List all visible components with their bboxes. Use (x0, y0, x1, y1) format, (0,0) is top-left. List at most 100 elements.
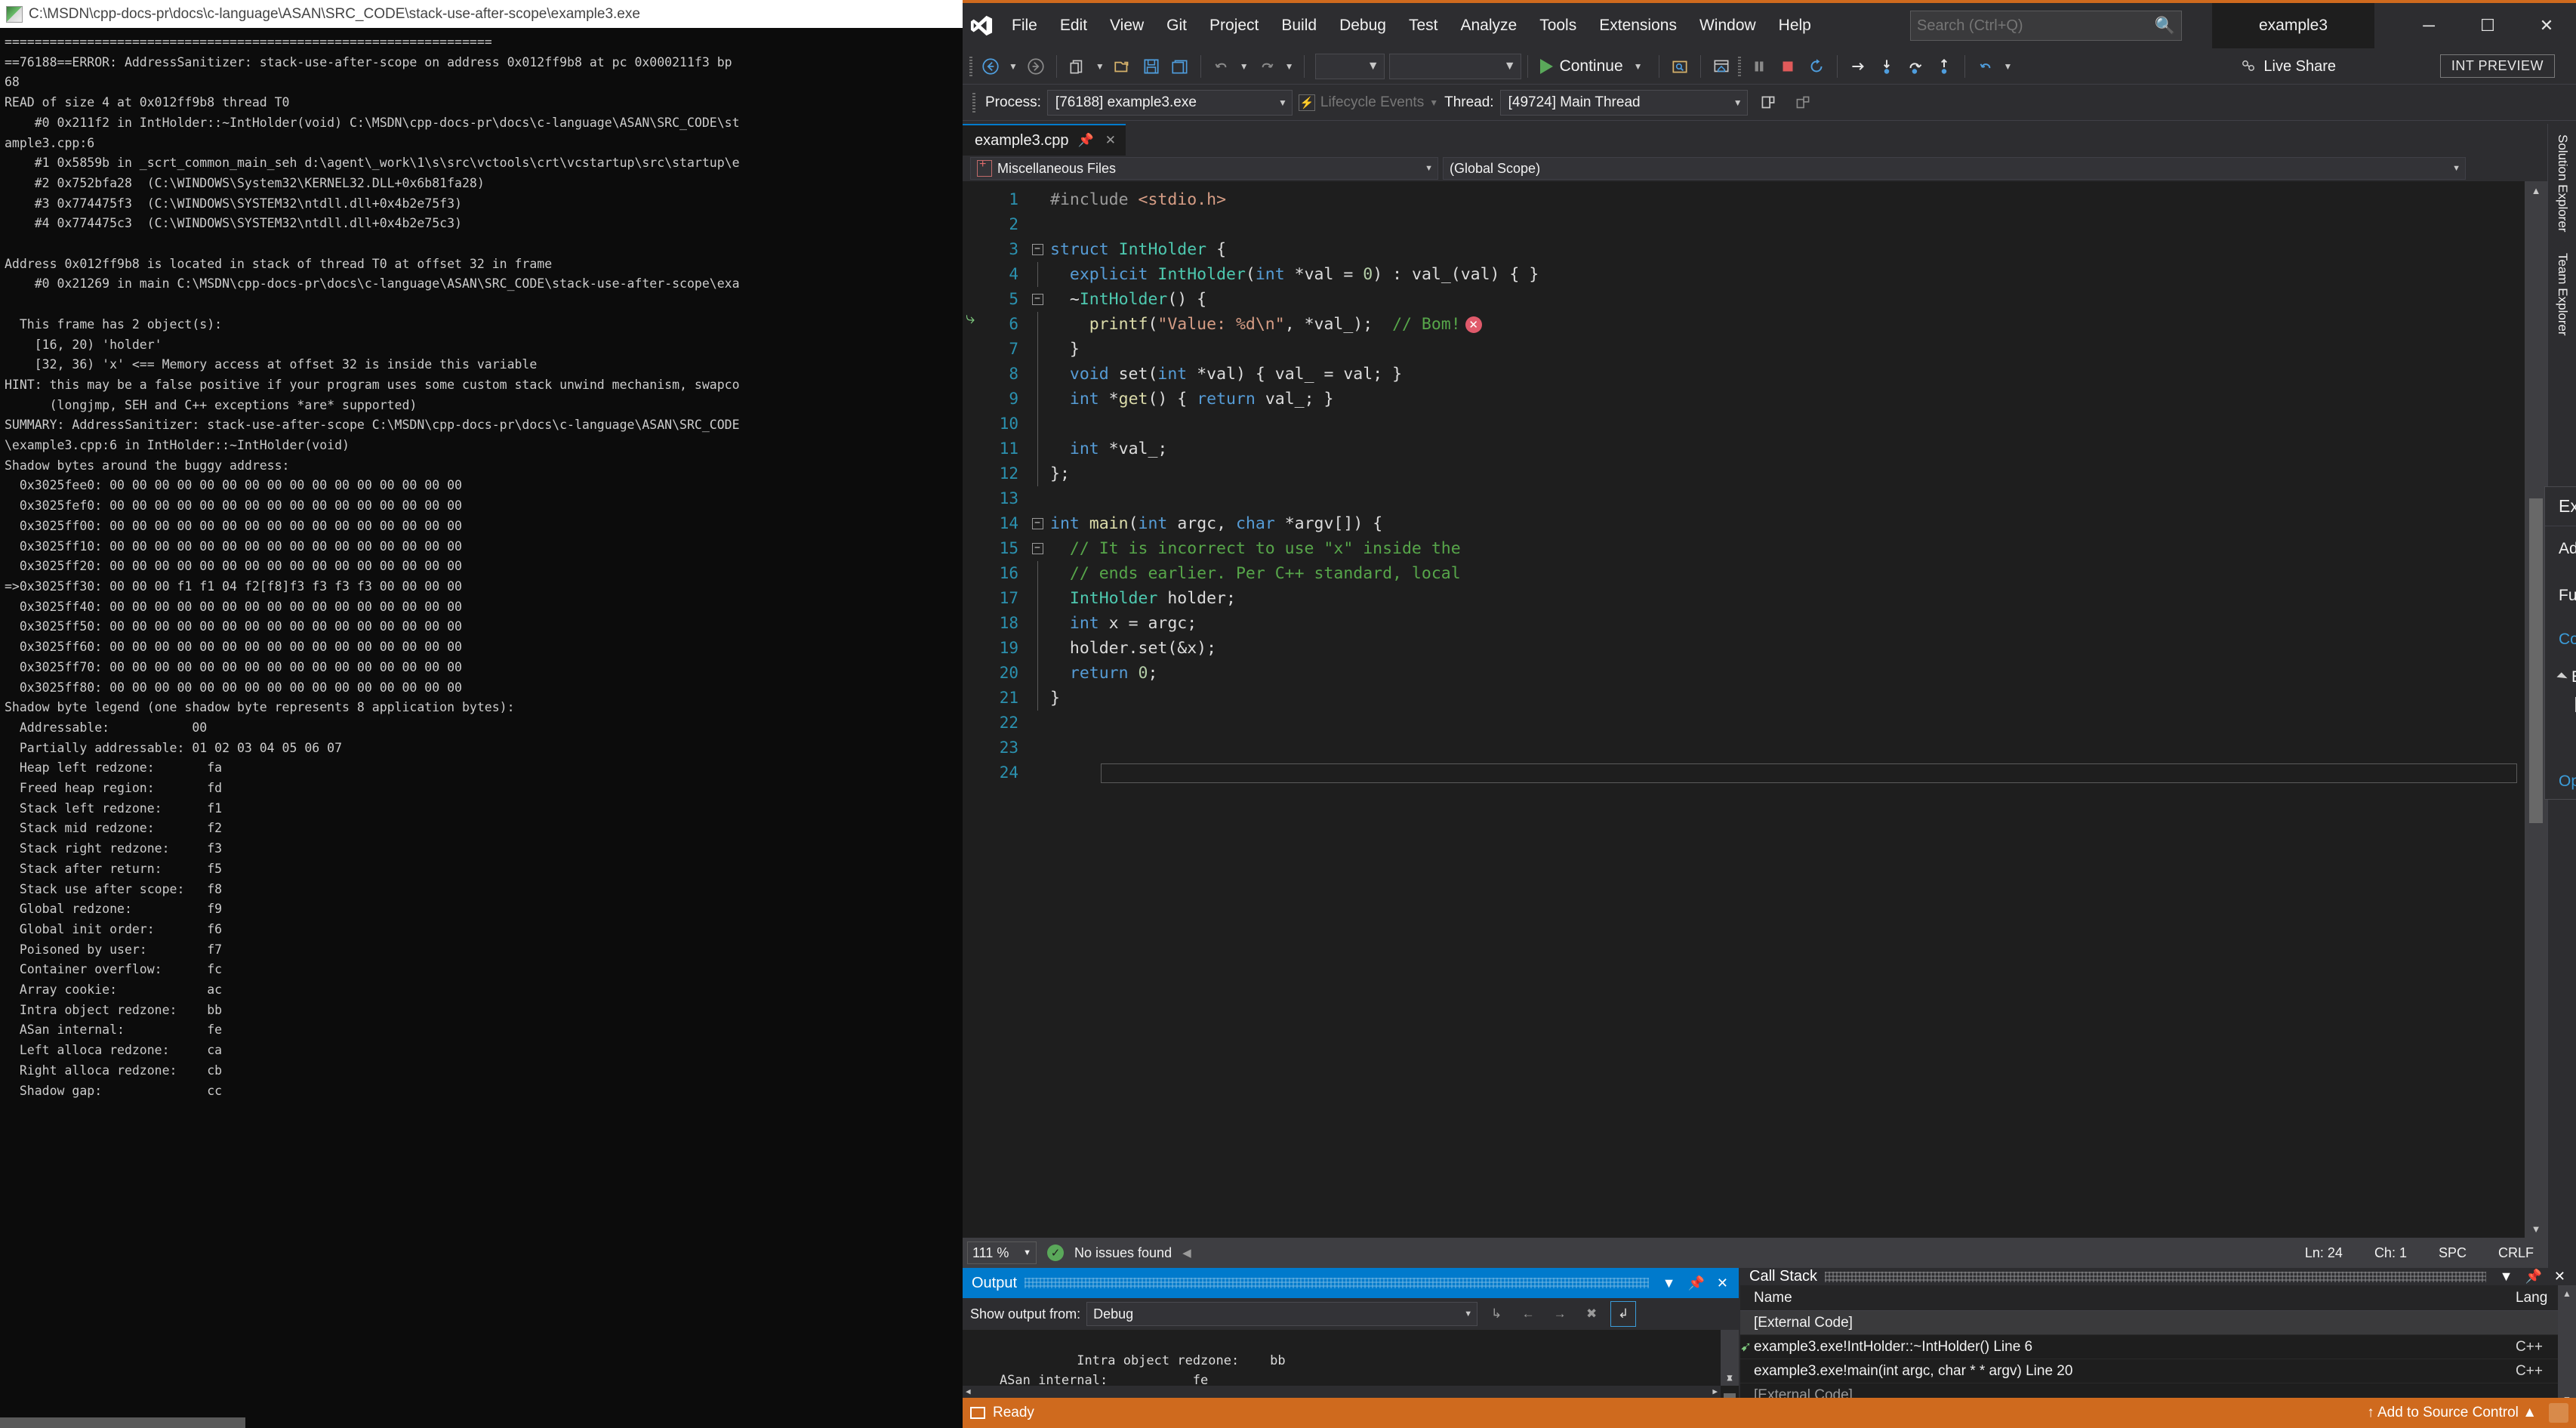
open-file-icon[interactable] (1108, 52, 1137, 81)
fold-marker[interactable] (1025, 387, 1050, 412)
call-stack-vertical-scrollbar[interactable]: ▲ ▼ (2558, 1285, 2576, 1408)
call-stack-row[interactable]: ➹ example3.exe!IntHolder::~IntHolder() Li… (1740, 1335, 2558, 1359)
output-text[interactable]: Intra object redzone: bb ASan internal: … (963, 1330, 1739, 1398)
redo-dropdown-icon[interactable]: ▼ (1281, 61, 1298, 72)
redo-icon[interactable] (1253, 52, 1281, 81)
code-line[interactable]: 14− int main(int argc, char *argv[]) { (988, 511, 2525, 536)
pin-icon-callstack[interactable]: 📌 (2519, 1269, 2547, 1285)
code-line[interactable]: 10 (988, 412, 2525, 436)
code-line[interactable]: 2 (988, 212, 2525, 237)
project-scope-combo[interactable]: Miscellaneous Files ▼ (970, 157, 1438, 180)
more-tools-icon[interactable]: ▼ (2000, 61, 2017, 72)
minimize-icon[interactable]: ─ (2399, 3, 2458, 48)
continue-dropdown-icon[interactable]: ▼ (1630, 61, 1647, 72)
output-horizontal-scrollbar[interactable]: ◀ ▶ (963, 1386, 1721, 1398)
code-line[interactable]: 16 // ends earlier. Per C++ standard, lo… (988, 561, 2525, 586)
close-icon[interactable]: ✕ (2517, 3, 2576, 48)
code-line[interactable]: 20 return 0; (988, 661, 2525, 686)
code-line[interactable]: 6 printf("Value: %d\n", *val_); // Bom! ✕ (988, 312, 2525, 337)
restart-icon[interactable] (1802, 52, 1831, 81)
fold-marker[interactable]: − (1025, 518, 1050, 529)
fold-marker[interactable] (1025, 461, 1050, 486)
issues-nav-icon[interactable]: ◀ (1182, 1246, 1191, 1260)
open-exception-settings-link[interactable]: Open Exception Settings (2559, 773, 2576, 791)
menu-extensions[interactable]: Extensions (1588, 12, 1688, 39)
show-next-statement-icon[interactable] (1844, 52, 1872, 81)
menu-project[interactable]: Project (1198, 12, 1270, 39)
close-icon-output[interactable]: ✕ (1711, 1275, 1734, 1291)
member-scope-combo[interactable]: (Global Scope) ▼ (1443, 157, 2466, 180)
chevron-down-icon-output[interactable]: ▼ (1656, 1275, 1682, 1291)
new-file-dropdown-icon[interactable]: ▼ (1092, 61, 1108, 72)
save-icon[interactable] (1137, 52, 1166, 81)
output-vertical-scrollbar[interactable]: ▲ ▼ (1721, 1330, 1739, 1398)
drag-handle[interactable] (1025, 1278, 1649, 1288)
code-line[interactable]: 9 int *get() { return val_; } (988, 387, 2525, 412)
search-input[interactable] (1917, 17, 2152, 35)
callstack-scroll-up-icon[interactable]: ▲ (2558, 1285, 2576, 1302)
debug-location-grip[interactable] (970, 91, 979, 114)
eol-indicator[interactable]: CRLF (2498, 1245, 2534, 1261)
code-line[interactable]: 19 holder.set(&x); (988, 636, 2525, 661)
new-file-icon[interactable] (1063, 52, 1092, 81)
chevron-down-icon-callstack[interactable]: ▼ (2494, 1269, 2519, 1285)
menu-test[interactable]: Test (1397, 12, 1450, 39)
spaces-indicator[interactable]: SPC (2439, 1245, 2467, 1261)
code-line[interactable]: 12}; (988, 461, 2525, 486)
quick-launch-search[interactable]: 🔍 (1910, 11, 2182, 41)
stack-frame-2-icon[interactable] (1789, 88, 1817, 117)
step-over-icon[interactable] (1901, 52, 1930, 81)
hot-reload-icon[interactable] (1707, 52, 1736, 81)
menu-window[interactable]: Window (1688, 12, 1767, 39)
fold-marker[interactable]: − (1025, 543, 1050, 554)
error-marker-icon[interactable]: ✕ (1465, 316, 1482, 333)
menu-view[interactable]: View (1098, 12, 1155, 39)
toolbar-grip[interactable] (967, 55, 976, 78)
clear-all-icon[interactable]: ✖ (1579, 1301, 1604, 1327)
menu-help[interactable]: Help (1767, 12, 1823, 39)
code-line[interactable]: 7 } (988, 337, 2525, 362)
code-line[interactable]: 23 (988, 736, 2525, 760)
process-combo[interactable]: [76188] example3.exe ▼ (1046, 89, 1293, 116)
output-hscroll-left-icon[interactable]: ◀ (966, 1382, 971, 1398)
thread-combo[interactable]: [49724] Main Thread ▼ (1499, 89, 1748, 116)
code-line[interactable]: 17 IntHolder holder; (988, 586, 2525, 611)
toolbar-grip-2[interactable] (1736, 55, 1745, 78)
code-line[interactable]: 21} (988, 686, 2525, 711)
navigate-backward-icon[interactable] (976, 52, 1005, 81)
output-source-combo[interactable]: Debug ▼ (1086, 1302, 1478, 1326)
call-stack-row[interactable]: example3.exe!main(int argc, char * * arg… (1740, 1359, 2558, 1383)
fold-marker[interactable] (1025, 412, 1050, 436)
column-header-lang[interactable]: Lang (2516, 1290, 2558, 1306)
code-line[interactable]: 13 (988, 486, 2525, 511)
sidebar-item-team-explorer[interactable]: Team Explorer (2548, 242, 2576, 347)
notifications-bell-icon[interactable] (2549, 1403, 2568, 1423)
code-line[interactable]: 18 int x = argc; (988, 611, 2525, 636)
close-tab-icon[interactable]: ✕ (1103, 133, 1118, 148)
attach-to-process-icon[interactable] (1665, 52, 1694, 81)
fold-marker[interactable] (1025, 312, 1050, 337)
fold-marker[interactable]: − (1025, 244, 1050, 255)
scroll-down-icon[interactable]: ▼ (2525, 1220, 2547, 1238)
menu-debug[interactable]: Debug (1328, 12, 1397, 39)
code-line[interactable]: 22 (988, 711, 2525, 736)
module-exclusion-row[interactable]: example3.exe (2559, 747, 2576, 765)
code-line[interactable]: 8 void set(int *val) { val_ = val; } (988, 362, 2525, 387)
fold-marker[interactable] (1025, 262, 1050, 287)
exception-thrown-popup[interactable]: Exception Thrown 📌 ✕ Address Sanitizer E… (2544, 486, 2576, 800)
console-horizontal-scrollbar[interactable] (0, 1417, 963, 1428)
call-stack-row[interactable]: [External Code] (1740, 1311, 2558, 1335)
sidebar-item-solution-explorer[interactable]: Solution Explorer (2548, 124, 2576, 242)
break-when-thrown-row[interactable]: Break when this exception type is thrown (2559, 695, 2576, 714)
pin-icon-output[interactable]: 📌 (1681, 1275, 1710, 1291)
code-line[interactable]: 15− // It is incorrect to use "x" inside… (988, 536, 2525, 561)
pin-icon[interactable]: 📌 (1076, 133, 1096, 148)
break-all-icon[interactable] (1745, 52, 1773, 81)
step-out-icon[interactable] (1930, 52, 1958, 81)
tab-example3-cpp[interactable]: example3.cpp 📌 ✕ (963, 124, 1126, 156)
fold-marker[interactable] (1025, 436, 1050, 461)
code-line[interactable]: 1 #include <stdio.h> (988, 187, 2525, 212)
maximize-icon[interactable]: ☐ (2458, 3, 2517, 48)
code-lines[interactable]: 1 #include <stdio.h> 2 3− struct IntHolder {… (988, 187, 2525, 1238)
step-back-icon[interactable] (1971, 52, 2000, 81)
